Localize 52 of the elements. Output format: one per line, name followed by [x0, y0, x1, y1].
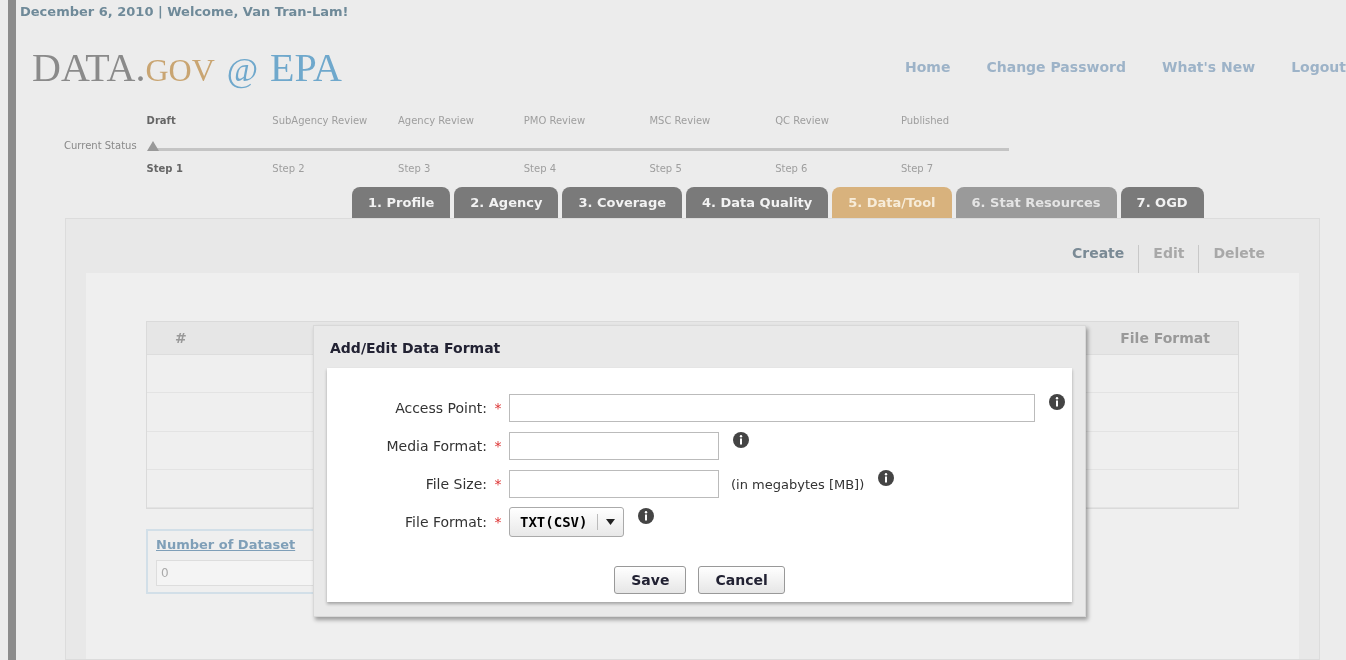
- required-mark: *: [493, 400, 503, 416]
- stage-name: MSC Review: [649, 115, 712, 126]
- field-label: File Format:: [404, 514, 487, 530]
- tab[interactable]: 1. Profile: [352, 187, 451, 218]
- info-icon: [733, 432, 749, 448]
- tab[interactable]: 4. Data Quality: [686, 187, 829, 218]
- nav-link[interactable]: Change Password: [986, 59, 1126, 75]
- info-icon: [638, 508, 655, 524]
- caret-icon: [606, 519, 616, 525]
- nav-link[interactable]: Home: [905, 59, 951, 75]
- step-label: Step 1: [146, 163, 184, 174]
- info-icon: [878, 470, 895, 486]
- field-label: Access Point:: [394, 400, 487, 416]
- stage-name: Published: [900, 115, 951, 126]
- format-select[interactable]: TXT(CSV): [509, 507, 625, 537]
- tab[interactable]: 2. Agency: [454, 187, 559, 218]
- field-label: Media Format:: [385, 438, 487, 454]
- site-logo: DATA.GOV @ EPA: [32, 43, 342, 91]
- tab[interactable]: 3. Coverage: [562, 187, 683, 218]
- input-field[interactable]: [509, 432, 719, 460]
- hint-text: (in megabytes [MB]): [731, 476, 865, 492]
- step-label: Step 7: [900, 163, 935, 174]
- stage-name: Agency Review: [398, 115, 475, 126]
- column-header: #: [174, 329, 188, 348]
- stage-name: QC Review: [775, 115, 830, 126]
- slider-thumb[interactable]: [146, 141, 159, 151]
- tab[interactable]: 5. Data/Tool: [832, 187, 952, 218]
- status-label: Current Status: [64, 140, 137, 151]
- nav-link[interactable]: Logout: [1291, 59, 1346, 75]
- input-field[interactable]: [509, 394, 1035, 422]
- stage-name: SubAgency Review: [272, 115, 369, 126]
- dialog-title: Add/Edit Data Format: [329, 339, 502, 358]
- required-mark: *: [493, 476, 503, 492]
- step-label: Step 4: [523, 163, 558, 174]
- dialog-button[interactable]: Save: [614, 566, 687, 594]
- required-mark: *: [493, 514, 503, 530]
- required-mark: *: [493, 438, 503, 454]
- step-label: Step 6: [775, 163, 809, 174]
- input-field[interactable]: [509, 470, 719, 498]
- info-icon: [1049, 394, 1065, 410]
- step-label: Step 5: [649, 163, 683, 174]
- column-header: File Format: [1119, 329, 1211, 348]
- action-link[interactable]: Create: [1058, 245, 1139, 273]
- tab[interactable]: 7. OGD: [1120, 187, 1204, 218]
- dialog-button[interactable]: Cancel: [698, 566, 785, 594]
- nav-link[interactable]: What's New: [1161, 59, 1256, 75]
- step-label: Step 3: [398, 163, 432, 174]
- field-label: File Size:: [424, 476, 487, 492]
- step-label: Step 2: [272, 163, 306, 174]
- greeting-text: December 6, 2010 | Welcome, Van Tran-Lam!: [20, 4, 350, 19]
- stage-name: PMO Review: [523, 115, 587, 126]
- stage-name: Draft: [146, 115, 177, 126]
